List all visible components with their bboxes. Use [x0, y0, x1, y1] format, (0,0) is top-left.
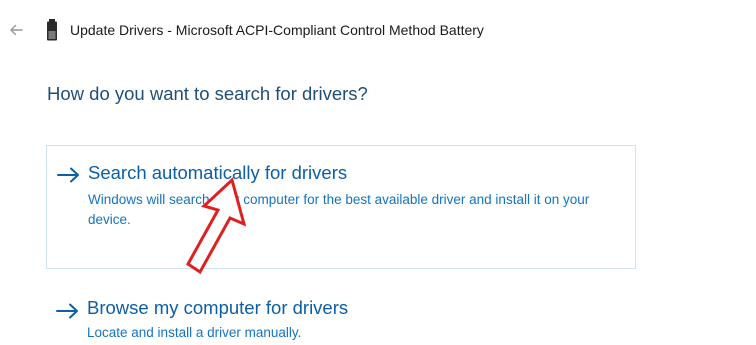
page-heading: How do you want to search for drivers? [47, 83, 368, 104]
option-description: Windows will search your computer for th… [88, 192, 590, 227]
search-automatically-option[interactable]: Search automatically for drivers Windows… [46, 145, 636, 269]
arrow-right-icon [57, 167, 79, 183]
browse-my-computer-option[interactable]: Browse my computer for drivers Locate an… [46, 286, 636, 345]
window-title: Update Drivers - Microsoft ACPI-Complian… [70, 22, 484, 38]
back-button[interactable] [6, 19, 26, 41]
option-title: Search automatically for drivers [88, 162, 348, 183]
option-description: Locate and install a driver manually. [87, 325, 302, 340]
option-title: Browse my computer for drivers [87, 297, 349, 318]
arrow-right-icon [56, 303, 78, 319]
battery-device-icon [47, 19, 57, 41]
dialog-header: Update Drivers - Microsoft ACPI-Complian… [0, 0, 756, 60]
back-arrow-icon [10, 24, 23, 36]
